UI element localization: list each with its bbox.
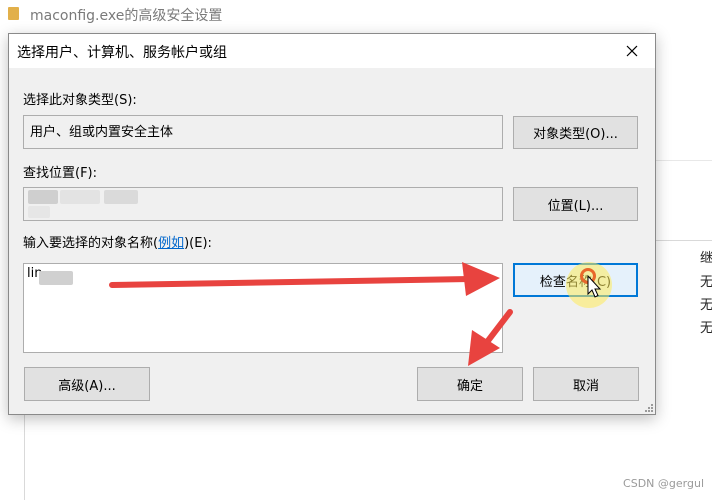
background-table-header-line: [656, 240, 712, 241]
dialog-titlebar[interactable]: 选择用户、计算机、服务帐户或组: [9, 34, 655, 68]
locations-button[interactable]: 位置(L)...: [513, 187, 638, 221]
background-table-cell: 无: [700, 298, 712, 313]
redacted-location: [28, 206, 50, 218]
cancel-button[interactable]: 取消: [533, 367, 639, 401]
background-table-header-cell: 继: [700, 251, 712, 266]
advanced-button[interactable]: 高级(A)...: [24, 367, 150, 401]
background-window-title: maconfig.exe的高级安全设置: [30, 8, 223, 24]
object-names-label-suffix: )(E):: [184, 236, 212, 251]
select-users-dialog: 选择用户、计算机、服务帐户或组 选择此对象类型(S): 用户、组或内置安全主体 …: [8, 33, 656, 415]
location-field: [23, 187, 503, 221]
object-types-button[interactable]: 对象类型(O)...: [513, 116, 638, 149]
background-table-cell: 无: [700, 321, 712, 336]
location-label: 查找位置(F):: [23, 166, 98, 181]
folder-icon: [8, 7, 19, 20]
background-window-titlebar: maconfig.exe的高级安全设置: [0, 0, 712, 32]
background-divider: [656, 160, 712, 161]
watermark: CSDN @gergul: [623, 477, 704, 490]
object-type-value: 用户、组或内置安全主体: [30, 125, 174, 140]
ok-button[interactable]: 确定: [417, 367, 523, 401]
redacted-name: [39, 271, 73, 285]
background-table-cell: 无: [700, 275, 712, 290]
redacted-location: [60, 190, 100, 204]
examples-link[interactable]: 例如: [158, 236, 184, 251]
object-type-field: 用户、组或内置安全主体: [23, 115, 503, 149]
close-icon: [626, 45, 638, 57]
dialog-title: 选择用户、计算机、服务帐户或组: [17, 45, 227, 61]
redacted-location: [28, 190, 58, 204]
object-type-label: 选择此对象类型(S):: [23, 93, 137, 108]
close-button[interactable]: [615, 38, 649, 64]
object-names-label: 输入要选择的对象名称(例如)(E):: [23, 232, 212, 251]
object-names-label-prefix: 输入要选择的对象名称(: [23, 236, 159, 251]
redacted-location: [104, 190, 138, 204]
object-names-input[interactable]: lin: [23, 263, 503, 353]
resize-grip-icon[interactable]: [643, 402, 653, 412]
check-names-button[interactable]: 检查名称(C): [513, 263, 638, 297]
